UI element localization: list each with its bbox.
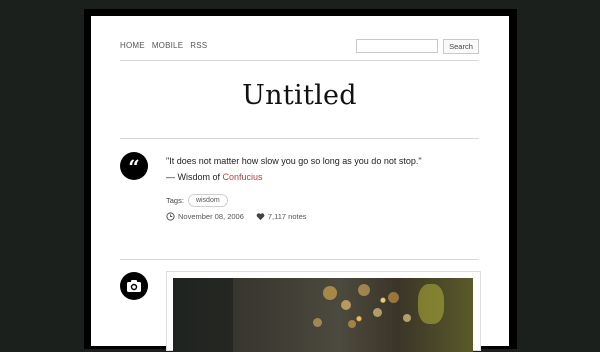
title-divider [120,138,479,139]
post-notes-link[interactable]: 7,117 notes [256,212,307,221]
site-title[interactable]: Untitled [120,80,479,111]
header-divider [120,60,479,61]
quote-icon: “ [120,152,148,180]
tags-row: Tags: wisdom [166,194,228,207]
post-meta: November 08, 2006 7,117 notes [166,212,307,221]
quote-post: "It does not matter how slow you go so l… [166,153,422,185]
post-divider [120,259,479,260]
nav-home[interactable]: HOME [120,41,145,50]
nav-mobile[interactable]: MOBILE [152,41,183,50]
post-date: November 08, 2006 [178,212,244,221]
heart-icon [256,213,265,221]
quote-source-prefix: — Wisdom of [166,172,223,182]
nav-rss[interactable]: RSS [190,41,207,50]
quote-text: "It does not matter how slow you go so l… [166,156,422,166]
search-input[interactable] [356,39,438,53]
camera-icon [120,272,148,300]
search-button[interactable]: Search [443,39,479,54]
tag-wisdom[interactable]: wisdom [187,194,228,207]
svg-text:“: “ [128,155,140,179]
quote-source: — Wisdom of Confucius [166,169,422,185]
post-photo[interactable] [173,278,473,352]
post-date-link[interactable]: November 08, 2006 [166,212,244,221]
blog-page: HOME MOBILE RSS Search Untitled “ "It do… [91,16,509,352]
tags-label: Tags: [166,196,184,205]
post-notes: 7,117 notes [267,212,307,221]
top-nav: HOME MOBILE RSS [120,41,207,50]
clock-icon [166,212,175,221]
quote-source-link[interactable]: Confucius [223,172,263,182]
